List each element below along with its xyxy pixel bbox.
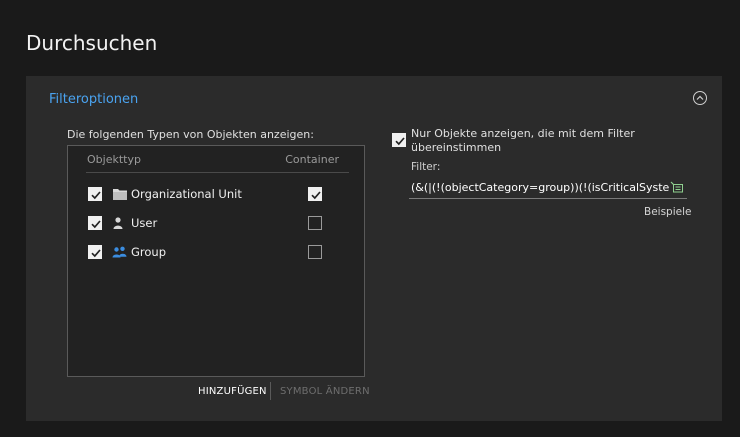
types-label: Die folgenden Typen von Objekten anzeige… (67, 128, 314, 141)
filter-checkbox-label: Nur Objekte anzeigen, die mit dem Filter… (411, 127, 635, 154)
examples-link[interactable]: Beispiele (644, 206, 691, 218)
user-icon (113, 217, 123, 229)
collapse-button[interactable] (693, 91, 707, 105)
filter-input[interactable] (409, 177, 687, 199)
folder-icon (113, 189, 127, 200)
list-item-organizational-unit: Organizational Unit (86, 186, 350, 206)
page-title: Durchsuchen (26, 31, 158, 55)
list-item-group: Group (86, 244, 350, 264)
object-type-label: Group (131, 245, 167, 259)
show-checkbox-organizational-unit[interactable] (88, 187, 102, 201)
edit-filter-icon[interactable] (670, 181, 684, 193)
container-checkbox-organizational-unit[interactable] (308, 187, 322, 201)
show-checkbox-user[interactable] (88, 216, 102, 230)
change-icon-button[interactable]: SYMBOL ÄNDERN (280, 386, 370, 397)
group-icon (112, 246, 127, 258)
list-item-user: User (86, 215, 350, 235)
object-types-list: Objekttyp Container Organizational Unit (67, 145, 365, 377)
filter-field-label: Filter: (411, 161, 441, 173)
object-type-label: Organizational Unit (131, 187, 242, 201)
filter-match-checkbox[interactable] (392, 133, 406, 147)
button-divider (270, 382, 271, 400)
object-type-label: User (131, 216, 158, 230)
column-header-object-type: Objekttyp (87, 153, 141, 166)
show-checkbox-group[interactable] (88, 245, 102, 259)
chevron-up-icon (696, 95, 704, 100)
header-divider (86, 172, 349, 173)
filter-options-panel: Filteroptionen Die folgenden Typen von O… (26, 76, 722, 421)
panel-header[interactable]: Filteroptionen (49, 92, 138, 107)
add-button[interactable]: HINZUFÜGEN (198, 386, 267, 397)
column-header-container: Container (285, 153, 339, 166)
container-checkbox-group[interactable] (308, 245, 322, 259)
container-checkbox-user[interactable] (308, 216, 322, 230)
